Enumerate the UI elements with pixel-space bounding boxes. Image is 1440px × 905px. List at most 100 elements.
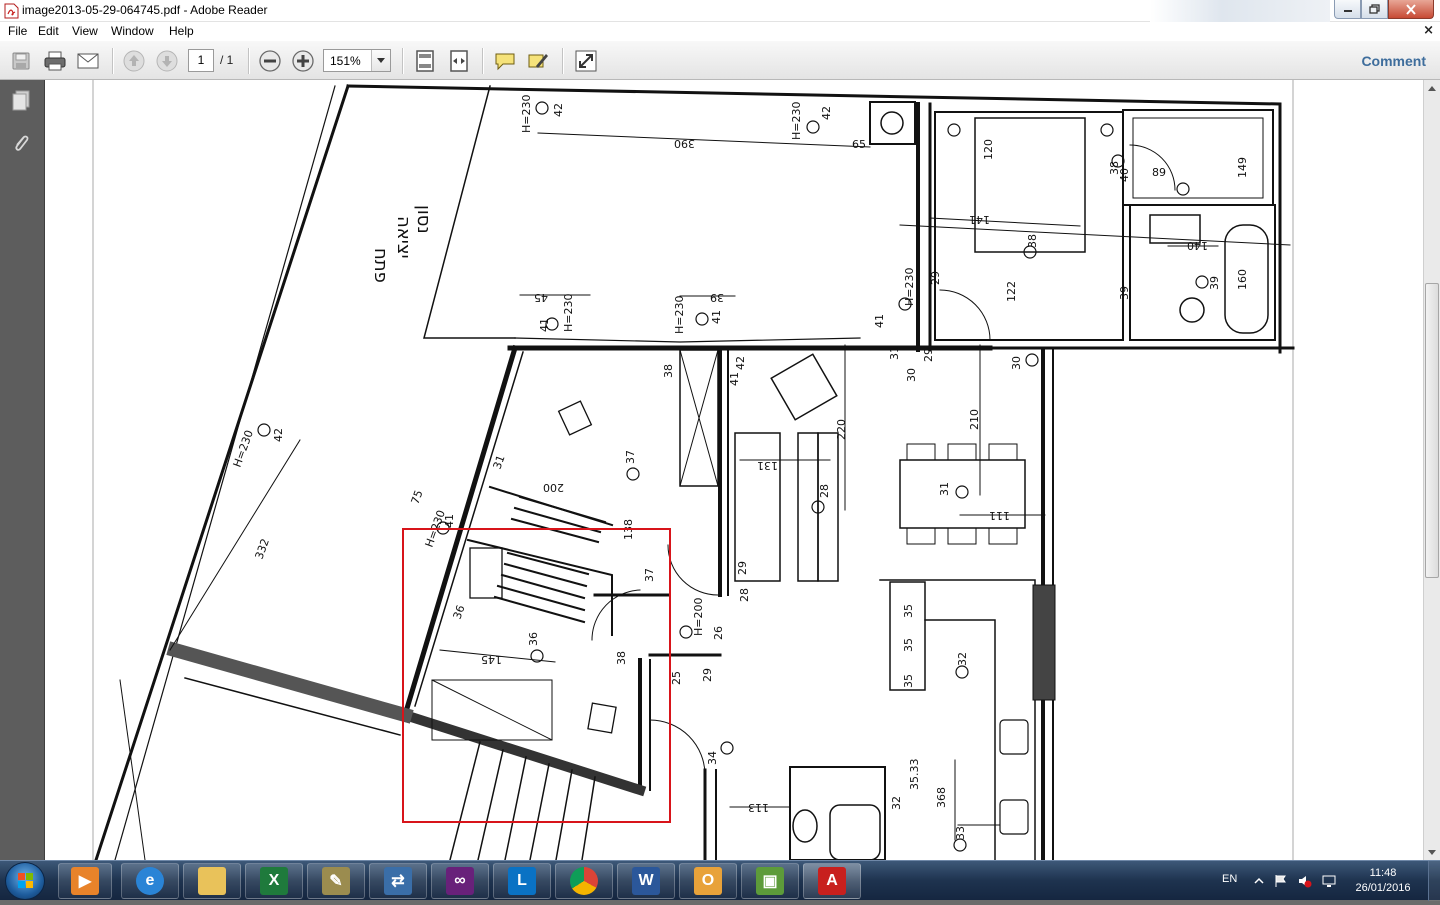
dim-label: 200: [543, 481, 564, 494]
menu-edit[interactable]: Edit: [38, 24, 59, 38]
email-icon: [77, 53, 99, 69]
next-page-button[interactable]: [154, 48, 180, 74]
exit-label-line3: נסון: [413, 205, 434, 234]
title-bar-fade: [1150, 0, 1330, 22]
dim-label: 37: [643, 568, 656, 582]
document-view[interactable]: פתח יציאה נסון H=230 42 390 H=230 42 65 …: [45, 80, 1423, 860]
single-page-view-button[interactable]: [412, 48, 438, 74]
minimize-button[interactable]: [1334, 0, 1361, 19]
dim-label: 220: [835, 419, 848, 440]
dim-label: 111: [989, 509, 1010, 522]
dim-label: 160: [1236, 269, 1249, 290]
dim-label: 29: [701, 668, 714, 682]
dim-label: H=230: [903, 268, 916, 306]
fit-width-button[interactable]: [446, 48, 472, 74]
page-thumbnails-button[interactable]: [8, 88, 34, 114]
taskbar-network[interactable]: ⇄: [369, 863, 427, 899]
taskbar-internet-explorer[interactable]: e: [121, 863, 179, 899]
menu-file[interactable]: File: [8, 24, 27, 38]
print-button[interactable]: [42, 48, 68, 74]
dim-label: 89: [1152, 166, 1166, 179]
dim-label: 39: [1118, 286, 1131, 300]
dim-label: 38: [1108, 161, 1121, 175]
zoom-value: 151%: [330, 54, 361, 68]
dim-label: 26: [712, 626, 725, 640]
menu-window[interactable]: Window: [111, 24, 154, 38]
scroll-thumb[interactable]: [1425, 283, 1439, 578]
close-document-button[interactable]: ×: [1423, 23, 1434, 38]
adobe-reader-icon: A: [818, 867, 846, 895]
folder-icon: [198, 867, 226, 895]
taskbar-file-explorer[interactable]: [183, 863, 241, 899]
page-number-input[interactable]: 1: [188, 49, 214, 72]
taskbar-excel[interactable]: X: [245, 863, 303, 899]
dim-label: 42: [734, 356, 747, 370]
dim-label: 332: [253, 537, 272, 561]
network-status-icon[interactable]: [1322, 874, 1336, 888]
pdf-file-icon: [4, 3, 19, 19]
dim-label: 29: [929, 271, 942, 285]
taskbar-chrome[interactable]: [555, 863, 613, 899]
scroll-down-button[interactable]: [1424, 844, 1440, 860]
window-title: image2013-05-29-064745.pdf - Adobe Reade…: [22, 3, 268, 17]
fit-page-icon: [416, 50, 434, 72]
print-icon: [44, 51, 66, 71]
zoom-out-button[interactable]: [257, 48, 283, 74]
dim-label: 390: [674, 137, 695, 150]
vertical-scrollbar[interactable]: [1423, 80, 1440, 860]
comment-bubble-icon: [495, 53, 515, 71]
dim-label: 31: [491, 453, 508, 471]
arrow-down-icon: [1428, 849, 1436, 855]
taskbar-adobe-reader[interactable]: A: [803, 863, 861, 899]
taskbar-lync[interactable]: L: [493, 863, 551, 899]
excel-icon: X: [260, 867, 288, 895]
dim-label: 25: [670, 671, 683, 685]
expand-button[interactable]: [573, 48, 599, 74]
network-icon: ⇄: [384, 867, 412, 895]
taskbar-word[interactable]: W: [617, 863, 675, 899]
email-button[interactable]: [75, 48, 101, 74]
zoom-dropdown-button[interactable]: [371, 50, 390, 71]
title-bar: image2013-05-29-064745.pdf - Adobe Reade…: [0, 0, 1440, 22]
visual-studio-icon: ∞: [446, 867, 474, 895]
dim-label: 41: [728, 372, 741, 386]
floor-plan-drawing: פתח יציאה נסון H=230 42 390 H=230 42 65 …: [92, 80, 1295, 860]
dim-label: 30: [1010, 356, 1023, 370]
taskbar-tools[interactable]: ✎: [307, 863, 365, 899]
media-player-icon: ▶: [71, 867, 99, 895]
zoom-select[interactable]: 151%: [323, 49, 391, 72]
action-center-flag-icon[interactable]: [1274, 874, 1288, 888]
taskbar-outlook[interactable]: O: [679, 863, 737, 899]
show-desktop-button[interactable]: [1428, 861, 1440, 901]
close-window-button[interactable]: [1388, 0, 1434, 19]
highlighter-icon: [528, 54, 548, 68]
taskbar-media-player[interactable]: ▶: [58, 863, 112, 899]
dim-label: 140: [1187, 239, 1208, 252]
add-sticky-note-button[interactable]: [492, 48, 518, 74]
dim-label: 37: [624, 450, 637, 464]
taskbar-installer[interactable]: ▣: [741, 863, 799, 899]
zoom-out-icon: [259, 50, 281, 72]
dim-label: 45: [534, 291, 548, 304]
highlight-text-button[interactable]: [525, 48, 551, 74]
dim-label: 75: [409, 488, 426, 506]
comment-pane-link[interactable]: Comment: [1361, 53, 1426, 69]
taskbar-visual-studio[interactable]: ∞: [431, 863, 489, 899]
dim-label: 29: [736, 561, 749, 575]
menu-view[interactable]: View: [72, 24, 98, 38]
save-button[interactable]: [8, 48, 34, 74]
start-button[interactable]: [5, 862, 45, 900]
menu-help[interactable]: Help: [169, 24, 194, 38]
zoom-in-button[interactable]: [290, 48, 316, 74]
scroll-up-button[interactable]: [1424, 80, 1440, 96]
previous-page-button[interactable]: [121, 48, 147, 74]
language-indicator[interactable]: EN: [1222, 873, 1237, 885]
system-clock[interactable]: 11:48 26/01/2016: [1352, 866, 1414, 896]
dim-label: 42: [820, 106, 833, 120]
dim-label: 35: [902, 674, 915, 688]
show-hidden-icons-icon[interactable]: [1252, 874, 1266, 888]
toolbar-separator: [112, 48, 113, 74]
attachments-button[interactable]: [8, 130, 34, 156]
maximize-button[interactable]: [1361, 0, 1388, 19]
volume-muted-icon[interactable]: [1298, 874, 1312, 888]
